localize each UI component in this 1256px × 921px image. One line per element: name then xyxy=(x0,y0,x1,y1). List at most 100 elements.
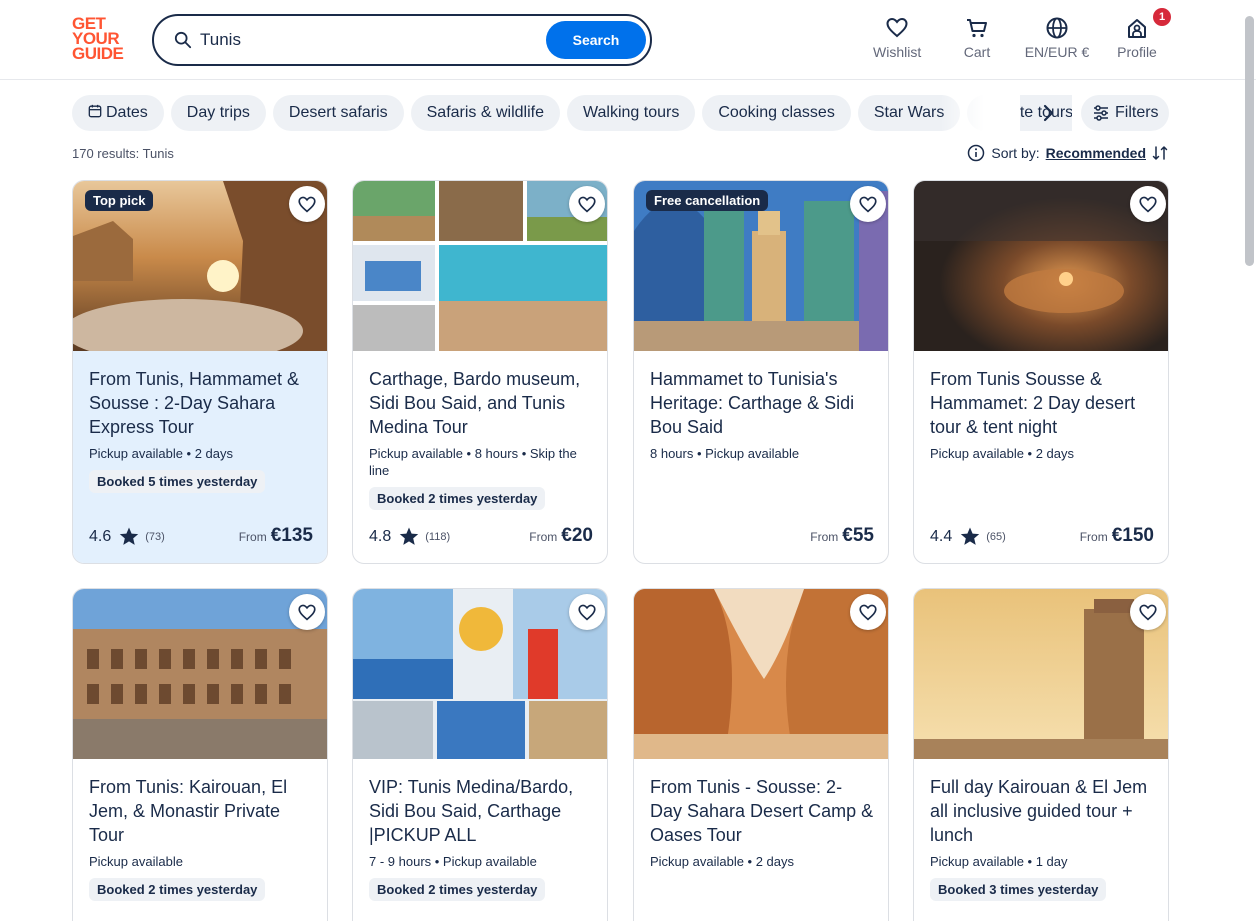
price: From €20 xyxy=(529,525,593,547)
price-value: €135 xyxy=(270,525,313,546)
wishlist-label: Wishlist xyxy=(873,44,922,60)
card-image: Free cancellation xyxy=(634,181,888,351)
card-title[interactable]: From Tunis - Sousse: 2-Day Sahara Desert… xyxy=(650,775,874,847)
profile-icon xyxy=(1128,19,1146,38)
price-prefix: From xyxy=(238,530,267,544)
card-image xyxy=(353,589,607,759)
wishlist-heart-button[interactable] xyxy=(850,594,886,630)
card-footer: 4.4 (65) From €150 xyxy=(930,525,1154,549)
activity-card[interactable]: VIP: Tunis Medina/Bardo, Sidi Bou Said, … xyxy=(352,588,608,921)
wishlist-heart-button[interactable] xyxy=(850,186,886,222)
card-title[interactable]: From Tunis Sousse & Hammamet: 2 Day dese… xyxy=(930,367,1154,439)
chip-day-trips[interactable]: Day trips xyxy=(170,95,266,131)
heart-icon xyxy=(886,17,908,38)
card-body: From Tunis Sousse & Hammamet: 2 Day dese… xyxy=(914,351,1168,563)
card-title[interactable]: From Tunis: Kairouan, El Jem, & Monastir… xyxy=(89,775,313,847)
rating: 4.6 (73) xyxy=(89,527,165,546)
free-cancellation-badge: Free cancellation xyxy=(646,190,769,211)
star-icon xyxy=(400,527,419,545)
search-bar: Search xyxy=(152,14,652,66)
activity-card[interactable]: Carthage, Bardo museum, Sidi Bou Said, a… xyxy=(352,180,608,564)
wishlist-heart-button[interactable] xyxy=(569,186,605,222)
card-body: From Tunis - Sousse: 2-Day Sahara Desert… xyxy=(634,759,888,921)
cart-nav[interactable]: Cart xyxy=(962,16,992,60)
activity-card[interactable]: Free cancellation Hammamet to Tunisia's … xyxy=(633,180,889,564)
activity-card[interactable]: From Tunis - Sousse: 2-Day Sahara Desert… xyxy=(633,588,889,921)
heart-icon xyxy=(859,196,877,213)
price-prefix: From xyxy=(1079,530,1108,544)
card-meta: Pickup available • 2 days xyxy=(650,854,795,869)
card-title[interactable]: Carthage, Bardo museum, Sidi Bou Said, a… xyxy=(369,367,593,439)
card-body: From Tunis, Hammamet & Sousse : 2-Day Sa… xyxy=(73,351,327,563)
card-body: Carthage, Bardo museum, Sidi Bou Said, a… xyxy=(353,351,607,563)
wishlist-heart-button[interactable] xyxy=(289,594,325,630)
heart-icon xyxy=(298,196,316,213)
activity-card[interactable]: Top pick From Tunis, Hammamet & Sousse :… xyxy=(72,180,328,564)
search-input[interactable] xyxy=(200,28,530,52)
chips-fade-overlay xyxy=(940,95,1020,133)
card-body: Hammamet to Tunisia's Heritage: Carthage… xyxy=(634,351,888,563)
wishlist-heart-button[interactable] xyxy=(1130,594,1166,630)
sort-icon[interactable] xyxy=(1152,145,1168,161)
wishlist-nav[interactable]: Wishlist xyxy=(873,16,921,60)
chip-cooking-classes[interactable]: Cooking classes xyxy=(702,95,851,131)
star-icon xyxy=(961,527,980,545)
language-currency-label: EN/EUR € xyxy=(1024,44,1090,60)
rating-value: 4.4 xyxy=(930,527,953,545)
filter-icon xyxy=(1094,105,1108,121)
booked-badge: Booked 2 times yesterday xyxy=(369,878,546,901)
price: From €150 xyxy=(1080,525,1154,547)
top-header: GET YOUR GUIDE Search Wishlist Cart EN/E… xyxy=(0,0,1256,80)
profile-nav[interactable]: Profile 1 xyxy=(1117,8,1171,60)
chip-dates[interactable]: Dates xyxy=(72,95,164,131)
price: From €55 xyxy=(810,525,874,547)
globe-icon xyxy=(1046,17,1068,39)
search-button[interactable]: Search xyxy=(546,21,646,59)
profile-label: Profile xyxy=(1117,44,1157,60)
heart-icon xyxy=(1139,196,1157,213)
wishlist-heart-button[interactable] xyxy=(1130,186,1166,222)
cart-icon xyxy=(967,19,987,38)
chip-safaris-wildlife[interactable]: Safaris & wildlife xyxy=(410,95,560,131)
wishlist-heart-button[interactable] xyxy=(569,594,605,630)
activity-card[interactable]: Full day Kairouan & El Jem all inclusive… xyxy=(913,588,1169,921)
review-count: (118) xyxy=(425,530,451,543)
card-title[interactable]: Hammamet to Tunisia's Heritage: Carthage… xyxy=(650,367,874,439)
card-image xyxy=(73,589,327,759)
activity-card[interactable]: From Tunis: Kairouan, El Jem, & Monastir… xyxy=(72,588,328,921)
booked-badge: Booked 2 times yesterday xyxy=(89,878,266,901)
page-scrollbar[interactable] xyxy=(1245,16,1254,266)
sort-control[interactable]: Sort by: Recommended xyxy=(967,144,1168,162)
card-title[interactable]: Full day Kairouan & El Jem all inclusive… xyxy=(930,775,1154,847)
chevron-right-icon[interactable] xyxy=(1036,101,1060,125)
filters-button[interactable]: Filters xyxy=(1081,95,1169,131)
card-title[interactable]: VIP: Tunis Medina/Bardo, Sidi Bou Said, … xyxy=(369,775,593,847)
price-prefix: From xyxy=(529,530,558,544)
card-image xyxy=(914,589,1168,759)
language-currency-nav[interactable]: EN/EUR € xyxy=(1024,16,1090,60)
activity-card[interactable]: From Tunis Sousse & Hammamet: 2 Day dese… xyxy=(913,180,1169,564)
card-footer: 4.8 (118) From €20 xyxy=(369,525,593,549)
info-icon[interactable] xyxy=(967,144,985,162)
category-chips: Dates Day trips Desert safaris Safaris & wi… xyxy=(72,95,1072,133)
chip-walking-tours[interactable]: Walking tours xyxy=(567,95,696,131)
card-footer: 4.6 (73) From €135 xyxy=(89,525,313,549)
card-meta: Pickup available • 2 days xyxy=(930,446,1075,461)
card-meta: Pickup available • 2 days xyxy=(89,446,234,461)
calendar-icon xyxy=(88,104,102,118)
sort-value[interactable]: Recommended xyxy=(1046,145,1146,161)
logo-line-3: GUIDE xyxy=(72,44,124,63)
card-title[interactable]: From Tunis, Hammamet & Sousse : 2-Day Sa… xyxy=(89,367,313,439)
card-footer: From €55 xyxy=(650,525,874,549)
price-value: €20 xyxy=(561,525,593,546)
sort-label: Sort by: xyxy=(991,145,1040,161)
review-count: (65) xyxy=(986,530,1006,543)
rating: 4.4 (65) xyxy=(930,527,1006,546)
wishlist-heart-button[interactable] xyxy=(289,186,325,222)
rating: 4.8 (118) xyxy=(369,527,450,546)
logo[interactable]: GET YOUR GUIDE xyxy=(72,15,132,63)
search-icon xyxy=(174,31,192,49)
filters-label: Filters xyxy=(1115,104,1159,121)
chip-desert-safaris[interactable]: Desert safaris xyxy=(272,95,404,131)
heart-icon xyxy=(578,196,596,213)
